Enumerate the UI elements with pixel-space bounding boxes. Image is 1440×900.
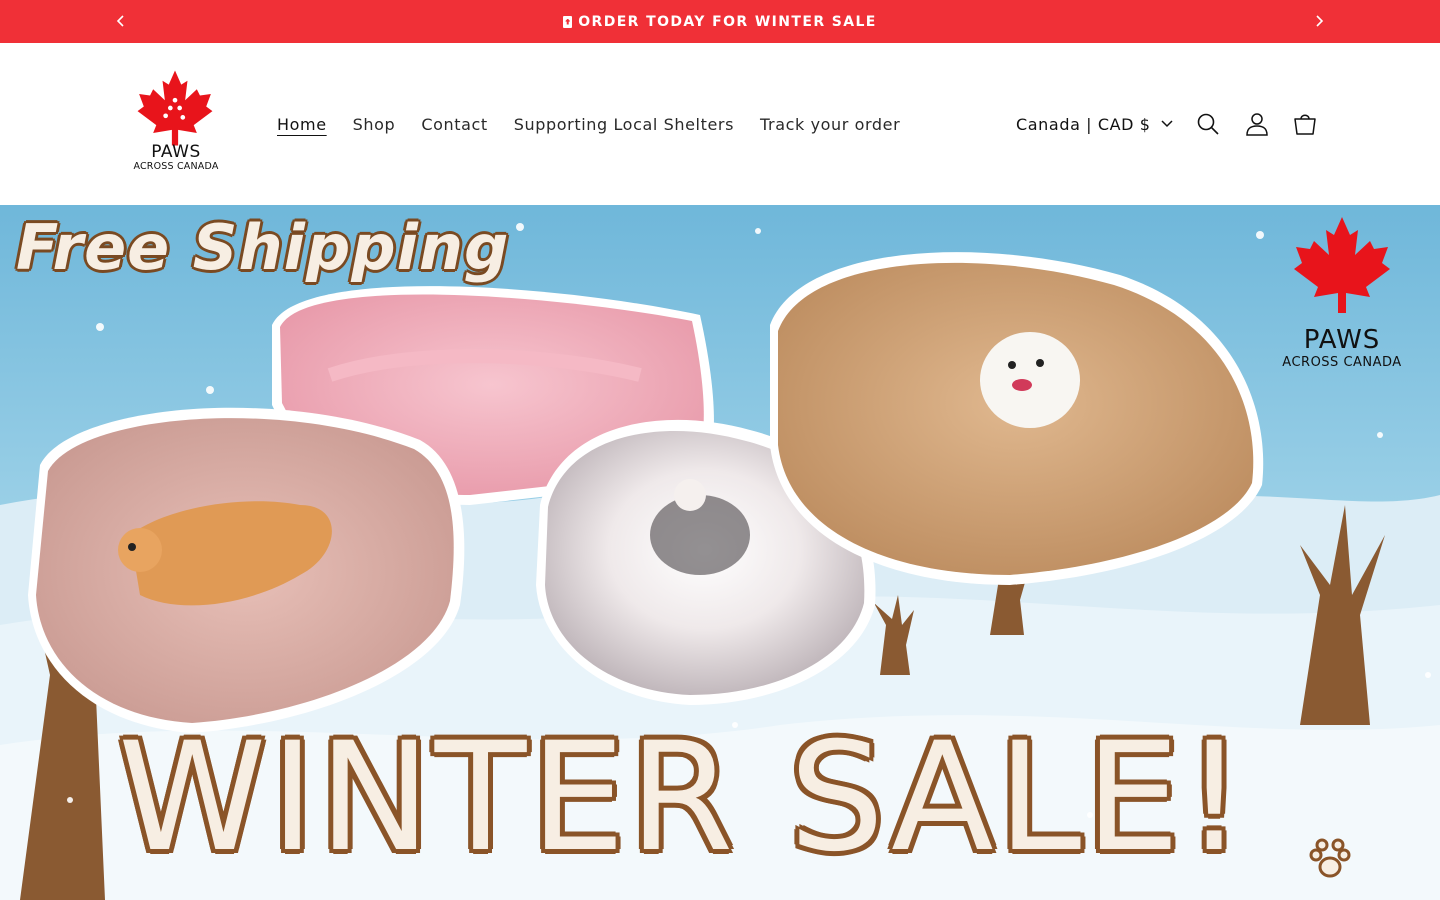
logo-tagline-text: ACROSS CANADA <box>133 161 219 172</box>
maple-leaf-icon <box>137 70 213 146</box>
nav-item-track-order[interactable]: Track your order <box>747 111 913 138</box>
chevron-down-icon <box>1161 120 1173 128</box>
account-button[interactable] <box>1240 107 1274 141</box>
announcement-bar: ORDER TODAY FOR WINTER SALE <box>0 0 1440 43</box>
locale-label: Canada | CAD $ <box>1016 114 1151 134</box>
cart-icon <box>1294 114 1316 135</box>
chevron-right-icon <box>1316 15 1324 27</box>
hero-headline-free-shipping: Free Shipping <box>16 211 510 284</box>
announcement-prev-button[interactable] <box>110 10 132 32</box>
hero-brand-text: PAWS <box>1303 325 1381 355</box>
search-button[interactable] <box>1191 107 1225 141</box>
country-currency-selector[interactable]: Canada | CAD $ <box>1008 109 1181 139</box>
canada-flag-icon <box>563 15 573 28</box>
nav-item-supporting-local-shelters[interactable]: Supporting Local Shelters <box>501 111 747 138</box>
chevron-left-icon <box>116 15 124 27</box>
account-icon <box>1246 113 1268 136</box>
announcement-message[interactable]: ORDER TODAY FOR WINTER SALE <box>563 14 877 30</box>
hero-banner[interactable]: Free Shipping PAWS ACROSS CANADA WINTER … <box>0 205 1440 900</box>
site-logo[interactable]: PAWS ACROSS CANADA <box>124 69 228 173</box>
nav-item-home[interactable]: Home <box>264 111 340 138</box>
logo-brand-text: PAWS <box>151 142 201 162</box>
search-icon <box>1197 113 1219 135</box>
nav-item-contact[interactable]: Contact <box>408 111 500 138</box>
cart-button[interactable] <box>1288 107 1322 141</box>
announcement-next-button[interactable] <box>1308 10 1330 32</box>
announcement-text: ORDER TODAY FOR WINTER SALE <box>578 13 877 30</box>
hero-brand-tagline: ACROSS CANADA <box>1282 355 1402 370</box>
nav-item-shop[interactable]: Shop <box>340 111 409 138</box>
hero-headline-winter-sale: WINTER SALE! <box>118 711 1249 885</box>
site-header: PAWS ACROSS CANADA Home Shop Contact Sup… <box>0 43 1440 205</box>
main-nav: Home Shop Contact Supporting Local Shelt… <box>264 109 913 139</box>
